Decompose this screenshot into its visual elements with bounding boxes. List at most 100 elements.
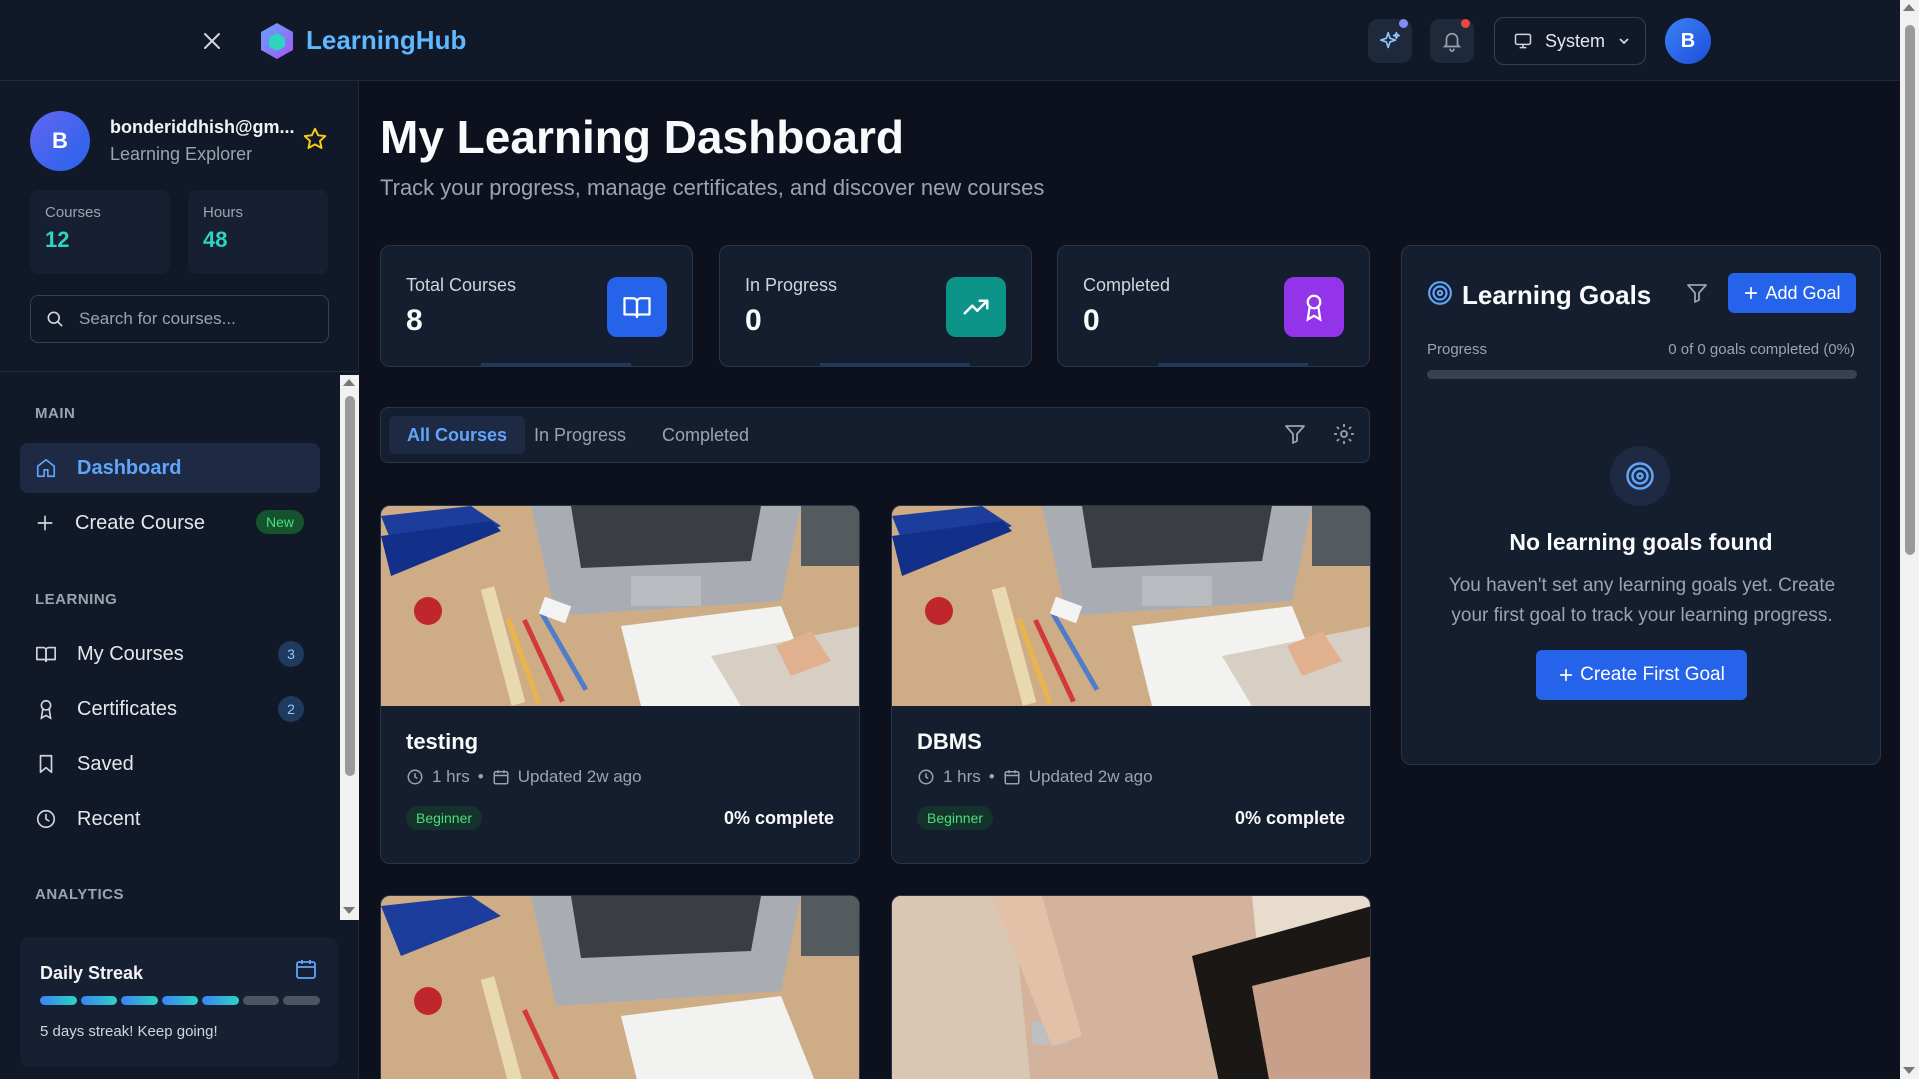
search-icon [47, 311, 63, 327]
learning-goals-panel: Learning Goals Add Goal Progress 0 of 0 … [1401, 245, 1881, 765]
ai-sparkle-button[interactable] [1368, 19, 1412, 63]
tab-in-progress[interactable]: In Progress [516, 416, 644, 454]
page-title: My Learning Dashboard [380, 111, 904, 163]
courses-stat-value: 12 [45, 227, 70, 252]
course-updated: Updated 2w ago [1028, 767, 1153, 786]
goals-progress-bar [1427, 370, 1857, 379]
tab-completed[interactable]: Completed [644, 416, 767, 454]
user-email: bonderiddhish@gm... [110, 117, 295, 137]
clock-icon [918, 769, 934, 785]
create-goal-label: Create First Goal [1580, 664, 1725, 685]
sidebar-scrollbar-thumb[interactable] [345, 396, 355, 776]
new-badge: New [255, 510, 304, 534]
add-goal-button[interactable]: Add Goal [1728, 273, 1856, 313]
sidebar-item-label: Create Course [75, 511, 206, 534]
settings-button[interactable] [1332, 422, 1356, 451]
stat-icon-box [946, 277, 1006, 337]
count-badge: 3 [278, 641, 304, 667]
scroll-up-arrow[interactable] [343, 379, 355, 386]
scroll-down-arrow[interactable] [1903, 1067, 1915, 1074]
course-progress: 0% complete [723, 808, 834, 828]
stat-icon-box [607, 277, 667, 337]
target-icon [1428, 281, 1452, 305]
search-input[interactable] [79, 309, 309, 329]
empty-state-icon [1610, 446, 1670, 506]
close-icon [204, 33, 220, 49]
page-scrollbar-thumb[interactable] [1905, 25, 1915, 555]
count-badge: 2 [278, 696, 304, 722]
stat-value: 0 [1083, 304, 1100, 337]
sidebar-item-my-courses[interactable]: My Courses 3 [20, 629, 320, 679]
sidebar-item-saved[interactable]: Saved [20, 739, 320, 789]
course-thumbnail [892, 506, 1370, 706]
completed-card: Completed 0 [1057, 245, 1370, 367]
filter-icon [1285, 425, 1305, 444]
filter-button[interactable] [1283, 422, 1307, 451]
bookmark-icon [39, 754, 53, 774]
course-card[interactable] [891, 895, 1371, 1079]
course-updated: Updated 2w ago [517, 767, 642, 786]
course-title: testing [406, 729, 479, 754]
sidebar-item-create-course[interactable]: Create Course New [20, 498, 320, 548]
course-meta: 1 hrs • Updated 2w ago [917, 767, 1153, 787]
sidebar-item-certificates[interactable]: Certificates 2 [20, 684, 320, 734]
sidebar-item-dashboard[interactable]: Dashboard [20, 443, 320, 493]
stat-underline [481, 363, 631, 366]
desk-laptop-image [892, 506, 1370, 706]
logo-icon [261, 23, 293, 59]
avatar[interactable]: B [1665, 18, 1711, 64]
streak-segment [242, 996, 280, 1005]
progress-text: 0 of 0 goals completed (0%) [1668, 341, 1855, 358]
notifications-button[interactable] [1430, 19, 1474, 63]
brand-name[interactable]: LearningHub [306, 25, 466, 56]
section-main: MAIN [35, 405, 76, 422]
desk-laptop-image [381, 896, 859, 1079]
course-search [30, 295, 329, 343]
course-duration: 1 hrs [432, 767, 470, 786]
notification-dot [1461, 19, 1470, 28]
scroll-up-arrow[interactable] [1903, 4, 1915, 11]
create-first-goal-button[interactable]: Create First Goal [1536, 650, 1747, 700]
theme-select[interactable]: System [1494, 17, 1646, 65]
course-title: DBMS [917, 729, 982, 754]
streak-segment [40, 996, 77, 1005]
sidebar-item-label: Recent [77, 807, 141, 830]
tab-all-courses[interactable]: All Courses [389, 416, 526, 454]
award-icon [1306, 294, 1322, 322]
course-card[interactable]: testing 1 hrs • Updated 2w ago Beginner … [380, 505, 860, 864]
course-thumbnail [381, 896, 859, 1079]
course-meta: 1 hrs • Updated 2w ago [406, 767, 642, 787]
target-icon [1626, 462, 1654, 490]
hours-stat-label: Hours [203, 204, 244, 221]
favorite-button[interactable] [302, 126, 328, 157]
streak-progress [40, 996, 320, 1005]
course-card[interactable]: DBMS 1 hrs • Updated 2w ago Beginner 0% … [891, 505, 1371, 864]
stat-label: Completed [1083, 275, 1171, 295]
book-icon [623, 297, 651, 319]
course-progress: 0% complete [1234, 808, 1345, 828]
star-icon [303, 127, 327, 149]
daily-streak-card: Daily Streak 5 days streak! Keep going! [20, 937, 338, 1067]
goals-filter-button[interactable] [1685, 281, 1709, 310]
home-icon [36, 458, 56, 478]
sidebar-item-label: My Courses [77, 642, 184, 665]
level-badge: Beginner [406, 806, 483, 830]
notification-dot [1399, 19, 1408, 28]
sidebar-item-recent[interactable]: Recent [20, 794, 320, 844]
calendar-icon [296, 960, 316, 979]
streak-title: Daily Streak [40, 963, 144, 983]
plus-icon [1745, 286, 1758, 300]
person-image [892, 896, 1370, 1079]
stat-underline [1158, 363, 1308, 366]
courses-stat: Courses 12 [30, 190, 170, 274]
top-bar: LearningHub System B [0, 0, 1900, 81]
streak-segment [80, 996, 118, 1005]
gear-icon [1334, 424, 1354, 444]
course-card[interactable] [380, 895, 860, 1079]
close-sidebar-button[interactable] [197, 26, 227, 56]
theme-label: System [1545, 30, 1606, 51]
user-role: Learning Explorer [110, 144, 253, 164]
scroll-down-arrow[interactable] [343, 907, 355, 914]
user-avatar[interactable]: B [30, 111, 90, 171]
page-subtitle: Track your progress, manage certificates… [380, 175, 1045, 200]
